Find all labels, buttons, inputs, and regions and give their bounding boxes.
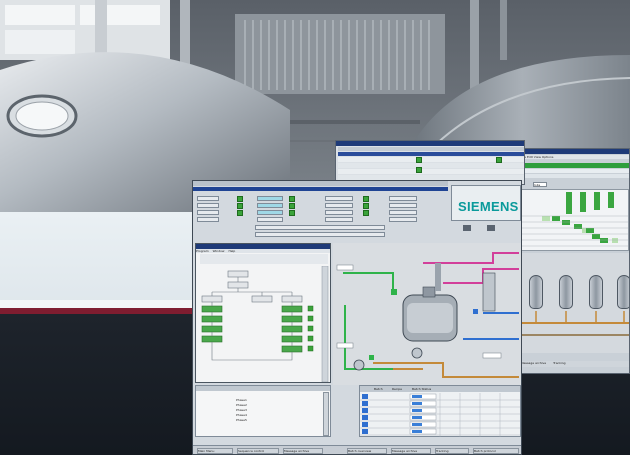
reactor-diagram[interactable] bbox=[333, 243, 521, 385]
status-green-icon[interactable] bbox=[363, 196, 369, 202]
sequence-window[interactable]: Program Window Help bbox=[195, 243, 331, 383]
op-button[interactable] bbox=[325, 217, 353, 222]
op-button[interactable] bbox=[197, 217, 219, 222]
window-menu-bar[interactable]: Program Window Help bbox=[196, 249, 330, 253]
valve-icon bbox=[369, 355, 374, 360]
taskbar-sequence-control[interactable]: Sequence control bbox=[237, 448, 279, 454]
valve-icon[interactable] bbox=[463, 225, 471, 231]
taskbar-message-archive[interactable]: Message archive bbox=[283, 448, 323, 454]
status-green-icon[interactable] bbox=[416, 157, 422, 163]
table-row[interactable]: Phase4 bbox=[236, 413, 296, 417]
status-green-icon[interactable] bbox=[289, 210, 295, 216]
taskbar: Main Menu Sequence control Message archi… bbox=[193, 445, 521, 454]
op-button[interactable] bbox=[197, 196, 219, 201]
sfc-chart[interactable] bbox=[196, 266, 330, 383]
footer-tracking[interactable]: Tracking bbox=[553, 361, 566, 365]
status-green-icon[interactable] bbox=[289, 203, 295, 209]
menu-edit[interactable]: Edit bbox=[527, 155, 533, 159]
valve-icon bbox=[391, 289, 397, 295]
batch-overview-window[interactable]: File Edit View Options Jobs bbox=[518, 148, 630, 374]
scrollbar-icon[interactable] bbox=[323, 392, 329, 436]
back-footer[interactable]: Message archive Tracking bbox=[521, 361, 629, 367]
pump-icon bbox=[353, 359, 365, 371]
table-header bbox=[338, 147, 524, 151]
table-row[interactable] bbox=[338, 152, 524, 156]
col-status: Batch Status bbox=[412, 387, 432, 391]
op-button[interactable] bbox=[389, 196, 417, 201]
menu-window[interactable]: Window bbox=[213, 249, 225, 253]
tank-icon bbox=[482, 272, 496, 312]
batch-table[interactable]: Batch Recipe Batch Status bbox=[359, 385, 521, 437]
tab-jobs[interactable]: Jobs bbox=[533, 182, 547, 187]
job-matrix bbox=[521, 189, 629, 251]
operation-panel bbox=[193, 193, 448, 241]
taskbar-batch-overview[interactable]: Batch overview bbox=[347, 448, 387, 454]
selected-row[interactable] bbox=[521, 163, 629, 168]
list-row[interactable] bbox=[521, 169, 629, 173]
unit-overview-window[interactable] bbox=[335, 140, 525, 185]
op-button[interactable] bbox=[325, 196, 353, 201]
menu-options[interactable]: Options bbox=[542, 155, 554, 159]
window-title-bar[interactable] bbox=[336, 141, 524, 146]
status-green-icon[interactable] bbox=[363, 203, 369, 209]
batch-rows-grid bbox=[360, 393, 520, 437]
op-button[interactable] bbox=[389, 217, 417, 222]
setpoint-field[interactable] bbox=[257, 210, 283, 215]
phase-strip[interactable] bbox=[255, 232, 385, 237]
setpoint-field[interactable] bbox=[257, 217, 283, 222]
status-green-icon[interactable] bbox=[289, 196, 295, 202]
fermenter-graphic bbox=[521, 253, 629, 353]
status-green-icon[interactable] bbox=[237, 196, 243, 202]
window-menu-bar[interactable]: File Edit View Options bbox=[521, 155, 629, 159]
menu-program[interactable]: Program bbox=[196, 249, 209, 253]
pump-icon bbox=[411, 347, 423, 359]
taskbar-main-menu[interactable]: Main Menu bbox=[197, 448, 233, 454]
status-green-icon[interactable] bbox=[496, 157, 502, 163]
process-graphic[interactable] bbox=[333, 243, 521, 385]
sequence-tabs[interactable] bbox=[200, 254, 328, 264]
window-title-bar[interactable] bbox=[519, 149, 629, 154]
table-row[interactable]: Phase5 bbox=[236, 418, 296, 422]
table-header bbox=[196, 386, 330, 391]
table-row[interactable] bbox=[338, 169, 524, 174]
setpoint-field[interactable] bbox=[257, 203, 283, 208]
table-row[interactable]: Phase1 bbox=[236, 398, 296, 402]
menu-help[interactable]: Help bbox=[228, 249, 235, 253]
phase-strip[interactable] bbox=[255, 225, 385, 230]
valve-icon bbox=[473, 309, 478, 314]
status-green-icon[interactable] bbox=[237, 203, 243, 209]
table-row[interactable]: Phase2 bbox=[236, 403, 296, 407]
op-button[interactable] bbox=[197, 203, 219, 208]
valve-icon[interactable] bbox=[487, 225, 495, 231]
op-button[interactable] bbox=[325, 203, 353, 208]
taskbar-message-archive-2[interactable]: Message archive bbox=[391, 448, 431, 454]
header-columns bbox=[193, 181, 448, 186]
status-green-icon[interactable] bbox=[416, 167, 422, 173]
logo-panel: SIEMENS bbox=[451, 185, 521, 221]
col-recipe: Recipe bbox=[392, 387, 403, 391]
list-row[interactable] bbox=[521, 174, 629, 178]
setpoint-field[interactable] bbox=[257, 196, 283, 201]
menu-view[interactable]: View bbox=[534, 155, 541, 159]
op-button[interactable] bbox=[389, 203, 417, 208]
table-header: Batch Recipe Batch Status bbox=[360, 386, 520, 392]
status-green-icon[interactable] bbox=[237, 210, 243, 216]
status-green-icon[interactable] bbox=[363, 210, 369, 216]
taskbar-batch-protocol[interactable]: Batch protocol bbox=[473, 448, 519, 454]
col-batch: Batch bbox=[374, 387, 383, 391]
op-button[interactable] bbox=[325, 210, 353, 215]
footer-message-archive[interactable]: Message archive bbox=[521, 361, 546, 365]
selected-unit-row[interactable] bbox=[193, 187, 448, 191]
table-row[interactable] bbox=[338, 163, 524, 168]
step-table[interactable]: Phase1 Phase2 Phase3 Phase4 Phase5 bbox=[195, 385, 331, 437]
op-button[interactable] bbox=[389, 210, 417, 215]
table-row[interactable]: Phase3 bbox=[236, 408, 296, 412]
op-button[interactable] bbox=[197, 210, 219, 215]
taskbar-tracking[interactable]: Tracking bbox=[435, 448, 469, 454]
main-control-window[interactable]: SIEMENS Program Window Help Phase1 Phase… bbox=[192, 180, 522, 455]
siemens-logo: SIEMENS bbox=[458, 199, 519, 214]
